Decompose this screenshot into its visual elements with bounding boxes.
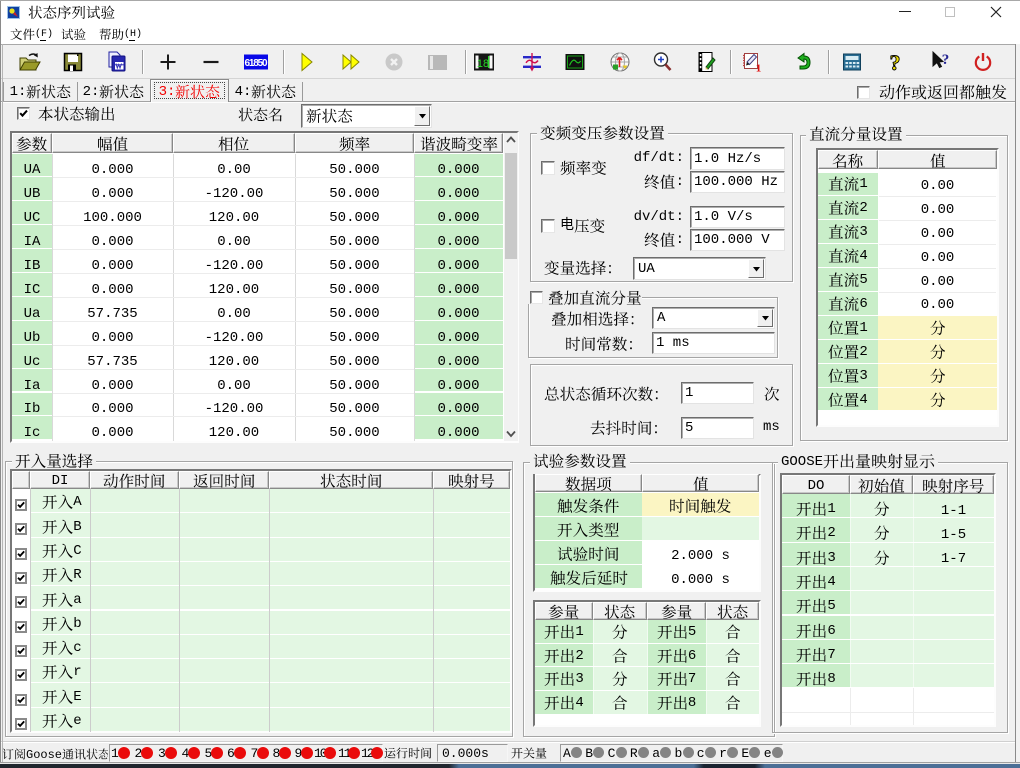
svg-text:?: ? <box>890 50 901 74</box>
svg-text:?: ? <box>942 52 950 68</box>
svg-text:18: 18 <box>477 58 489 70</box>
svg-text:61850: 61850 <box>245 58 268 69</box>
svg-text:1: 1 <box>756 63 762 75</box>
